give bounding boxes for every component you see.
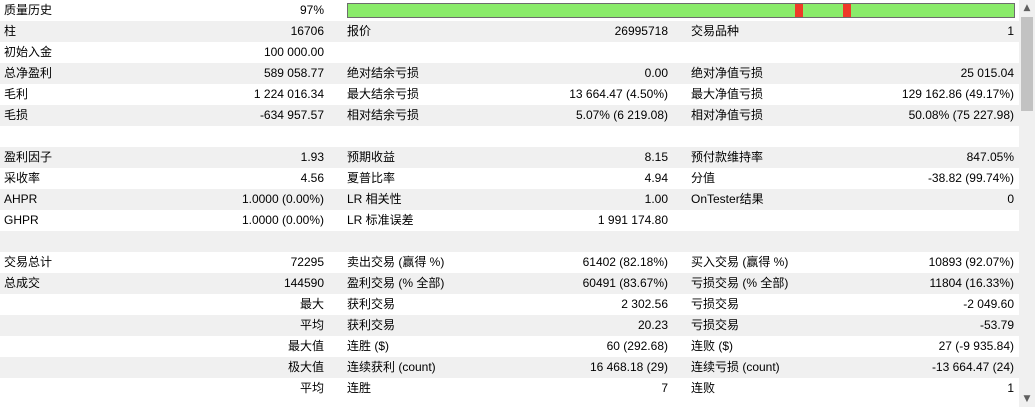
backtest-report: 质量历史 97% 柱 16706 报价 26995718 交易品种 1 初始入金 100 00… (0, 0, 1019, 407)
metric-value: 144590 (283, 276, 324, 290)
report-row: AHPR 1.0000 (0.00%) LR 相关性 1.00 OnTester结果 0 (0, 189, 1019, 210)
metric-value: 13 664.47 (4.50%) (569, 87, 668, 101)
report-row: 总成交 144590 盈利交易 (% 全部) 60491 (83.67%) 亏损交易 (… (0, 273, 1019, 294)
report-row-history-quality: 质量历史 97% (0, 0, 1019, 21)
metric-value: 1.0000 (0.00%) (241, 192, 324, 206)
report-row: 毛利 1 224 016.34 最大结余亏损 13 664.47 (4.50%) 最大净… (0, 84, 1019, 105)
metric-label: 毛利 (4, 87, 29, 101)
metric-value: 1.00 (644, 192, 668, 206)
metric-label: 采收率 (4, 171, 41, 185)
metric-label: AHPR (4, 192, 38, 206)
metric-label: GHPR (4, 213, 39, 227)
metric-value: 11804 (16.33%) (929, 276, 1014, 290)
history-quality-value: 97% (299, 3, 324, 17)
metric-label: 平均 (299, 318, 324, 332)
metric-value: 1 (1007, 381, 1014, 395)
report-row: 采收率 4.56 夏普比率 4.94 分值 -38.82 (99.74%) (0, 168, 1019, 189)
metric-value: 4.94 (644, 171, 668, 185)
report-row: 毛损 -634 957.57 相对结余亏损 5.07% (6 219.08) 相对净值亏… (0, 105, 1019, 126)
metric-label: 柱 (4, 24, 17, 38)
metric-value: 10893 (92.07%) (928, 255, 1014, 269)
vertical-scrollbar[interactable]: ▲ ▼ (1019, 0, 1035, 407)
report-row: GHPR 1.0000 (0.00%) LR 标准误差 1 991 174.80 (0, 210, 1019, 231)
metric-value: -634 957.57 (259, 108, 324, 122)
metric-value: 1 (1007, 24, 1014, 38)
metric-value: 25 015.04 (960, 66, 1014, 80)
quality-error-mark (795, 4, 803, 17)
metric-label: 最大 (299, 297, 324, 311)
history-quality-label: 质量历史 (4, 3, 53, 17)
metric-value: 60 (292.68) (606, 339, 668, 353)
metric-label: 交易总计 (4, 255, 53, 269)
report-row (0, 231, 1019, 252)
report-row: 极大值 连续获利 (count) 16 468.18 (29) 连续亏损 (count… (0, 357, 1019, 378)
report-row: 平均 获利交易 20.23 亏损交易 -53.79 (0, 315, 1019, 336)
metric-value: 0.00 (644, 66, 668, 80)
metric-value: 16706 (290, 24, 324, 38)
metric-value: 1 224 016.34 (253, 87, 324, 101)
metric-label: 总成交 (4, 276, 41, 290)
report-row (0, 126, 1019, 147)
metric-value: 1 991 174.80 (597, 213, 668, 227)
metric-value: 72295 (290, 255, 324, 269)
report-row: 最大 获利交易 2 302.56 亏损交易 -2 049.60 (0, 294, 1019, 315)
metric-value: 7 (661, 381, 668, 395)
metric-value: 26995718 (614, 24, 668, 38)
metric-label: 平均 (299, 381, 324, 395)
metric-value: 20.23 (637, 318, 668, 332)
scrollbar-thumb[interactable] (1021, 17, 1033, 111)
metric-label: 盈利因子 (4, 150, 53, 164)
metric-value: -38.82 (99.74%) (927, 171, 1014, 185)
metric-value: -53.79 (979, 318, 1014, 332)
metric-value: -2 049.60 (963, 297, 1014, 311)
metric-label: 最大值 (287, 339, 324, 353)
metric-label: 初始入金 (4, 45, 53, 59)
metric-value: 16 468.18 (29) (589, 360, 668, 374)
metric-label: 毛损 (4, 108, 29, 122)
report-row: 初始入金 100 000.00 (0, 42, 1019, 63)
metric-value: 2 302.56 (621, 297, 668, 311)
report-row: 平均 连胜 7 连败 1 (0, 378, 1019, 399)
metric-value: 589 058.77 (263, 66, 324, 80)
metric-value: 60491 (83.67%) (582, 276, 668, 290)
report-row: 柱 16706 报价 26995718 交易品种 1 (0, 21, 1019, 42)
history-quality-bar (347, 3, 1015, 18)
metric-value: 61402 (82.18%) (582, 255, 668, 269)
scroll-down-arrow-icon[interactable]: ▼ (1019, 391, 1035, 407)
report-row: 最大值 连胜 ($) 60 (292.68) 连败 ($) 27 (-9 935.84) (0, 336, 1019, 357)
metric-value: 27 (-9 935.84) (938, 339, 1014, 353)
report-row: 盈利因子 1.93 预期收益 8.15 预付款维持率 847.05% (0, 147, 1019, 168)
metric-value: 1.0000 (0.00%) (241, 213, 324, 227)
metric-label: 总净盈利 (4, 66, 53, 80)
metric-value: 0 (1007, 192, 1014, 206)
metric-value: 50.08% (75 227.98) (908, 108, 1014, 122)
metric-value: 8.15 (644, 150, 668, 164)
metric-label: 极大值 (287, 360, 324, 374)
metric-value: 847.05% (966, 150, 1014, 164)
metric-value: -13 664.47 (24) (931, 360, 1014, 374)
report-row: 总净盈利 589 058.77 绝对结余亏损 0.00 绝对净值亏损 25 015.04 (0, 63, 1019, 84)
scroll-up-arrow-icon[interactable]: ▲ (1019, 0, 1035, 16)
metric-value: 4.56 (300, 171, 324, 185)
quality-error-mark (843, 4, 851, 17)
metric-value: 5.07% (6 219.08) (575, 108, 668, 122)
metric-value: 129 162.86 (49.17%) (901, 87, 1014, 101)
metric-value: 1.93 (300, 150, 324, 164)
report-row: 交易总计 72295 卖出交易 (赢得 %) 61402 (82.18%) 买入交易 (… (0, 252, 1019, 273)
metric-value: 100 000.00 (263, 45, 324, 59)
